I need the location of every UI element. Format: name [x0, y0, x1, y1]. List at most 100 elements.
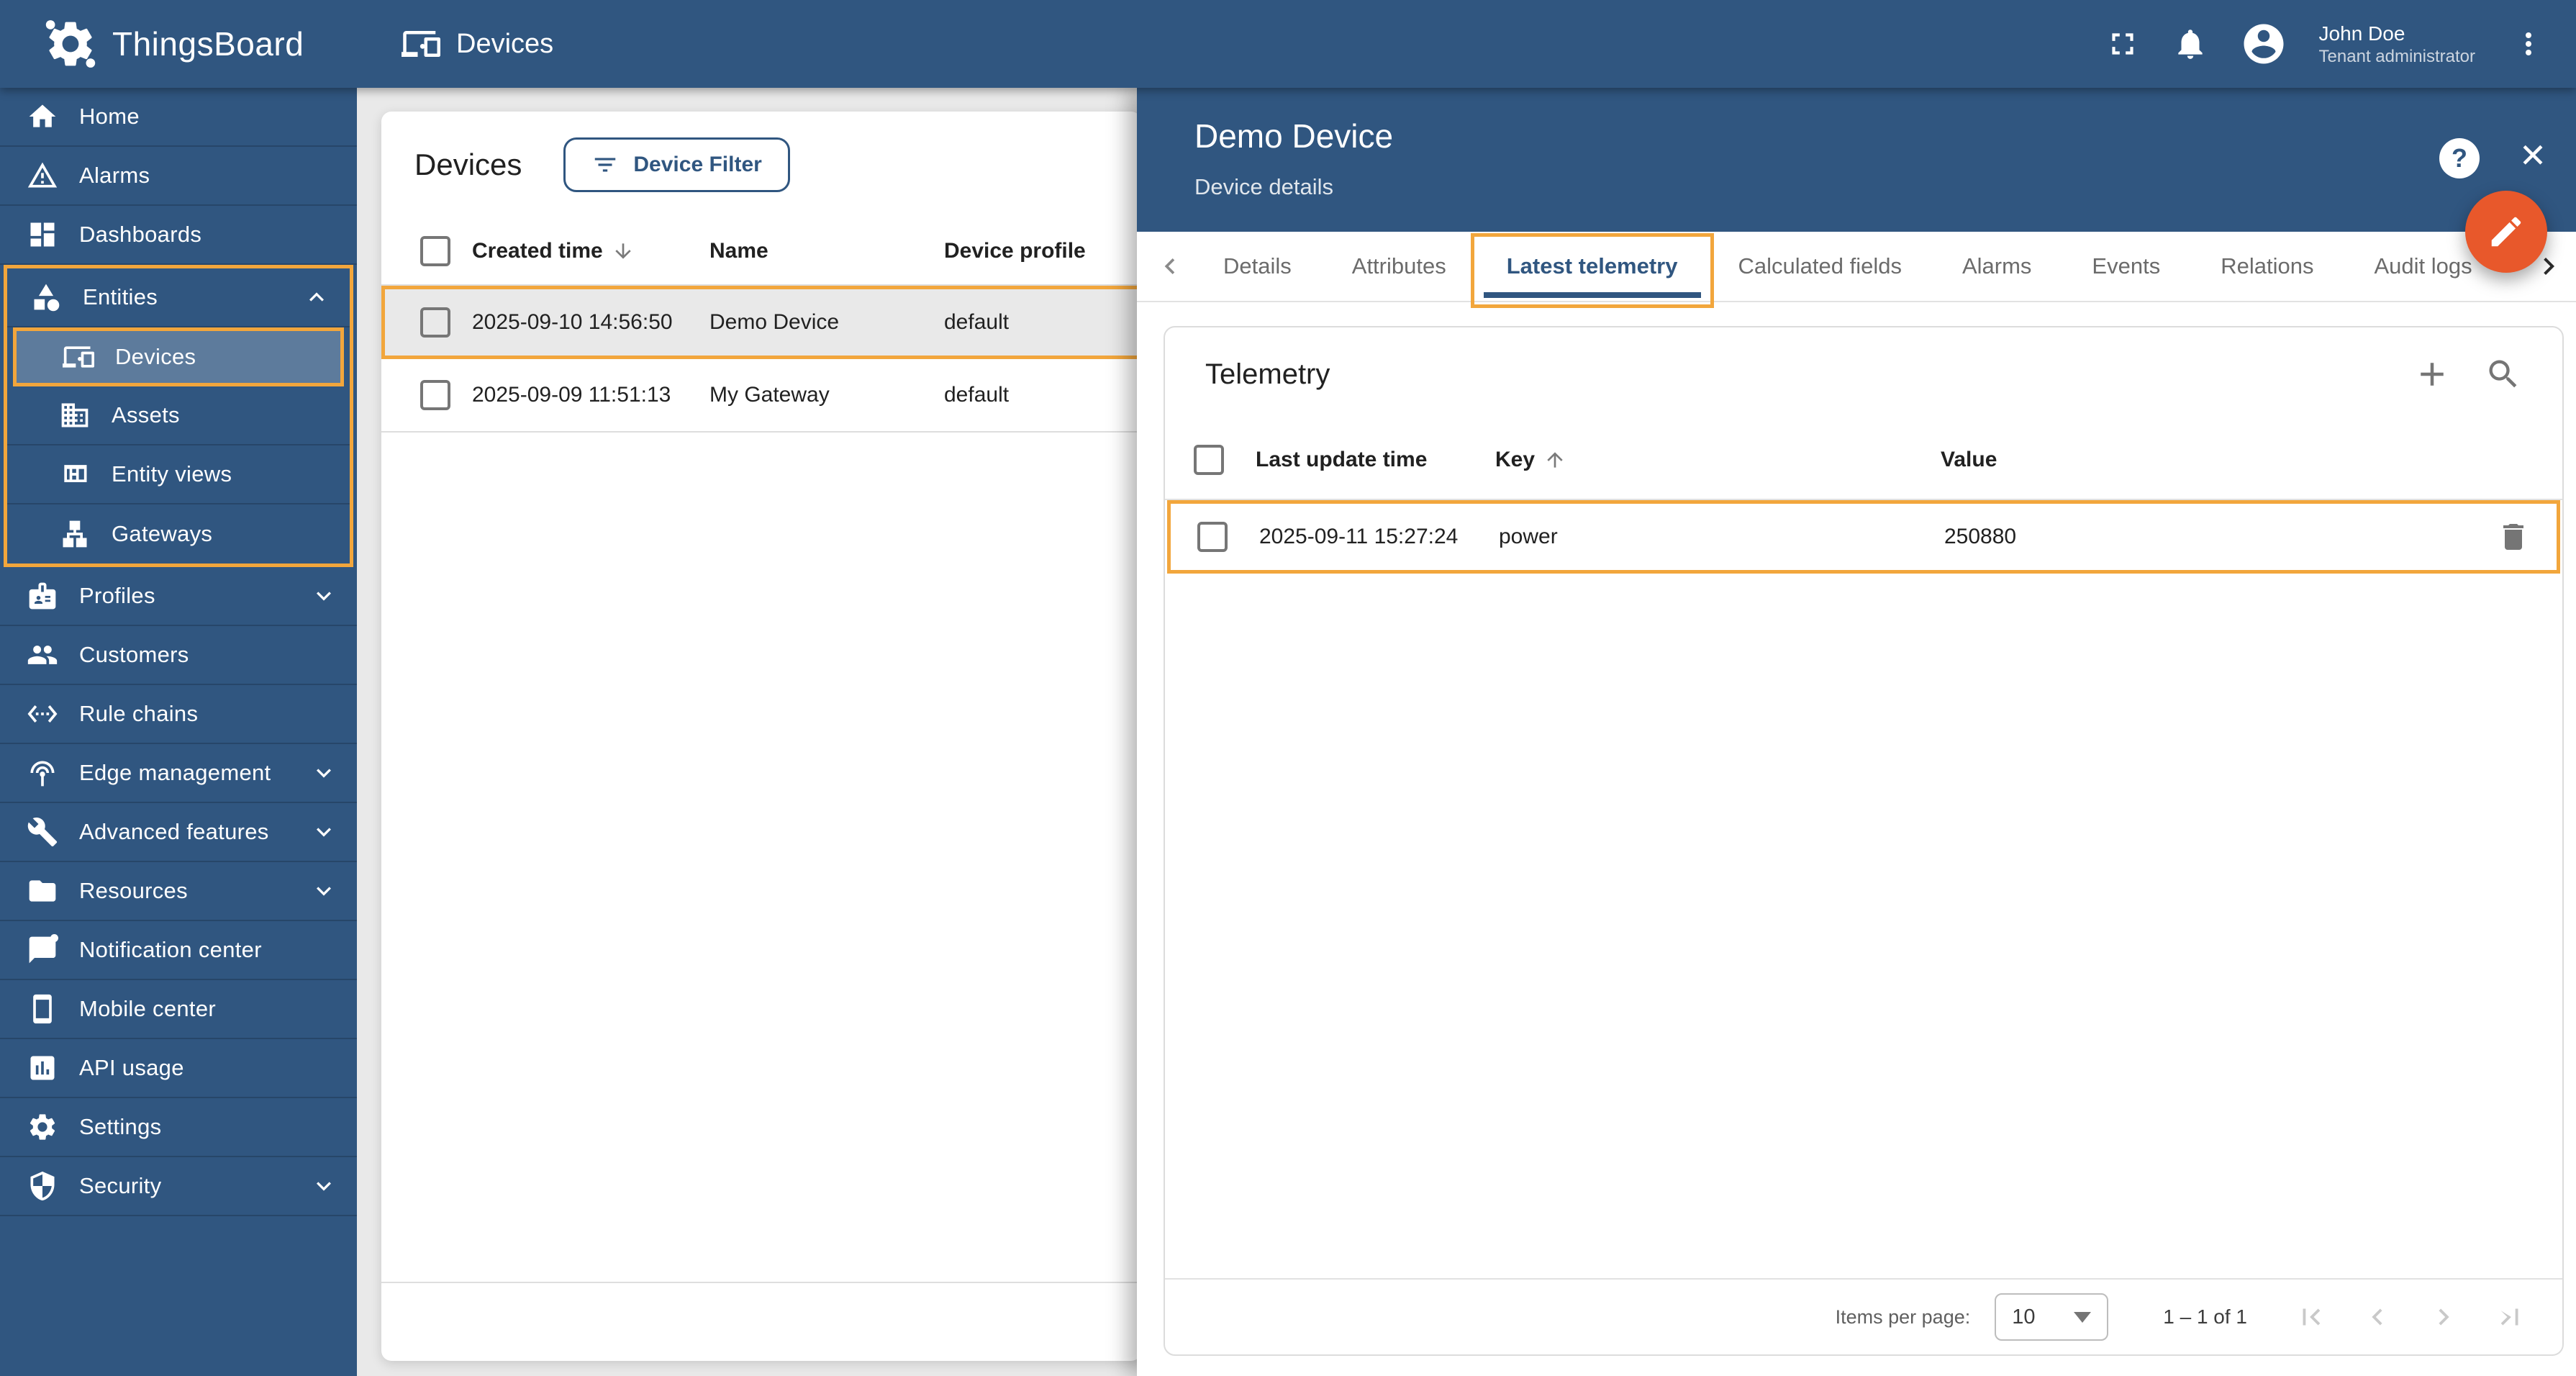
tab-details[interactable]: Details: [1193, 232, 1322, 301]
telemetry-row-power[interactable]: 2025-09-11 15:27:24 power 250880: [1167, 500, 2560, 574]
cell-key: power: [1499, 525, 1558, 548]
row-checkbox[interactable]: [420, 380, 450, 410]
sidebar-item-entities[interactable]: Entities: [7, 268, 350, 327]
sidebar-item-edge-management[interactable]: Edge management: [0, 744, 357, 803]
chevron-up-icon[interactable]: [302, 283, 331, 312]
delete-telemetry-icon[interactable]: [2470, 520, 2557, 554]
column-value[interactable]: Value: [1941, 448, 2476, 472]
drawer-header: Demo Device Device details ? ✕: [1137, 88, 2576, 232]
fullscreen-icon[interactable]: [2105, 26, 2141, 62]
device-row-demo-device[interactable]: 2025-09-10 14:56:50 Demo Device default: [381, 286, 1141, 359]
sidebar-item-label: Advanced features: [79, 819, 269, 844]
telemetry-empty-area: [1165, 574, 2562, 1278]
tab-calculated-fields[interactable]: Calculated fields: [1708, 232, 1932, 301]
avatar[interactable]: [2240, 20, 2287, 68]
device-row-my-gateway[interactable]: 2025-09-09 11:51:13 My Gateway default: [381, 359, 1141, 433]
sidebar-item-settings[interactable]: Settings: [0, 1098, 357, 1157]
sidebar-item-dashboards[interactable]: Dashboards: [0, 206, 357, 265]
folder-icon: [23, 875, 62, 907]
select-all-checkbox[interactable]: [1194, 445, 1224, 475]
page-title: Devices: [456, 28, 554, 59]
column-key[interactable]: Key: [1495, 448, 1535, 472]
sidebar-item-label: API usage: [79, 1055, 184, 1080]
add-telemetry-icon[interactable]: [2413, 355, 2452, 394]
telemetry-pagination: Items per page: 10 1 – 1 of 1: [1165, 1278, 2562, 1354]
brand[interactable]: ThingsBoard: [0, 17, 357, 71]
bell-icon[interactable]: [2172, 26, 2208, 62]
device-filter-button[interactable]: Device Filter: [563, 137, 790, 192]
tab-relations[interactable]: Relations: [2190, 232, 2344, 301]
items-per-page-value: 10: [2012, 1305, 2036, 1329]
sidebar-item-alarms[interactable]: Alarms: [0, 147, 357, 206]
chevron-down-icon[interactable]: [309, 1172, 338, 1200]
last-page-icon[interactable]: [2493, 1300, 2526, 1334]
tab-alarms[interactable]: Alarms: [1932, 232, 2062, 301]
sidebar-item-rule-chains[interactable]: Rule chains: [0, 685, 357, 744]
sidebar-item-advanced-features[interactable]: Advanced features: [0, 803, 357, 862]
items-per-page-select[interactable]: 10: [1995, 1293, 2109, 1341]
column-device-profile[interactable]: Device profile: [944, 239, 1141, 263]
column-last-update-time[interactable]: Last update time: [1256, 448, 1495, 472]
top-app-bar: ThingsBoard Devices John Doe Tenant admi…: [0, 0, 2576, 88]
user-info[interactable]: John Doe Tenant administrator: [2319, 21, 2475, 68]
chevron-down-icon[interactable]: [309, 818, 338, 846]
help-icon[interactable]: ?: [2439, 138, 2480, 178]
edit-fab-button[interactable]: [2465, 191, 2547, 273]
chevron-down-icon[interactable]: [309, 759, 338, 787]
row-checkbox[interactable]: [420, 307, 450, 338]
sidebar-item-home[interactable]: Home: [0, 88, 357, 147]
column-name[interactable]: Name: [709, 239, 944, 263]
column-created-time[interactable]: Created time: [472, 239, 603, 263]
sidebar-item-api-usage[interactable]: API usage: [0, 1039, 357, 1098]
cell-value: 250880: [1944, 525, 2017, 548]
dropdown-caret-icon: [2074, 1311, 2092, 1323]
cell-created-time: 2025-09-10 14:56:50: [472, 310, 673, 334]
drawer-title: Demo Device: [1194, 117, 1394, 155]
select-all-checkbox[interactable]: [420, 236, 450, 266]
search-icon[interactable]: [2485, 356, 2522, 393]
prev-page-icon[interactable]: [2361, 1300, 2394, 1334]
tab-events[interactable]: Events: [2062, 232, 2190, 301]
drawer-subtitle: Device details: [1194, 174, 1333, 199]
sidebar-item-devices[interactable]: Devices: [13, 327, 344, 386]
first-page-icon[interactable]: [2295, 1300, 2328, 1334]
next-page-icon[interactable]: [2427, 1300, 2460, 1334]
sort-asc-icon[interactable]: [1543, 448, 1566, 471]
devices-card-title: Devices: [414, 148, 522, 181]
sidebar-item-label: Resources: [79, 878, 188, 903]
sidebar-item-customers[interactable]: Customers: [0, 626, 357, 685]
tab-attributes[interactable]: Attributes: [1322, 232, 1477, 301]
pagination-range: 1 – 1 of 1: [2163, 1305, 2247, 1328]
row-checkbox[interactable]: [1197, 522, 1228, 552]
close-icon[interactable]: ✕: [2511, 134, 2554, 177]
dashboard-grid-icon: [23, 219, 62, 250]
sidebar-item-gateways[interactable]: Gateways: [7, 504, 350, 563]
tabs-scroll-left-icon[interactable]: [1147, 232, 1193, 301]
bar-chart-icon: [23, 1052, 62, 1084]
chevron-down-icon[interactable]: [309, 877, 338, 905]
devices-card-header: Devices Device Filter: [381, 112, 1141, 218]
sidebar-item-mobile-center[interactable]: Mobile center: [0, 980, 357, 1039]
entities-annotation-box: Entities Devices Assets Entity views Gat…: [4, 265, 353, 567]
people-icon: [23, 639, 62, 671]
cell-name: Demo Device: [709, 310, 840, 334]
sidebar-item-assets[interactable]: Assets: [7, 386, 350, 445]
sidebar-item-resources[interactable]: Resources: [0, 862, 357, 921]
kebab-menu-icon[interactable]: [2511, 27, 2546, 61]
badge-icon: [23, 580, 62, 612]
chevron-down-icon[interactable]: [309, 581, 338, 610]
warning-triangle-icon: [23, 160, 62, 191]
sidebar-item-label: Entities: [83, 284, 158, 309]
user-role: Tenant administrator: [2318, 46, 2475, 66]
sidebar-item-entity-views[interactable]: Entity views: [7, 445, 350, 504]
sidebar-item-notification-center[interactable]: Notification center: [0, 921, 357, 980]
user-name: John Doe: [2318, 22, 2405, 45]
tab-latest-telemetry[interactable]: Latest telemetry: [1470, 232, 1714, 308]
sidebar-item-security[interactable]: Security: [0, 1157, 357, 1216]
sort-desc-icon[interactable]: [612, 240, 635, 263]
devices-icon: [59, 341, 98, 373]
gear-icon: [23, 1111, 62, 1143]
sidebar-item-label: Home: [79, 104, 140, 129]
lan-hierarchy-icon: [55, 518, 94, 550]
sidebar-item-profiles[interactable]: Profiles: [0, 567, 357, 626]
